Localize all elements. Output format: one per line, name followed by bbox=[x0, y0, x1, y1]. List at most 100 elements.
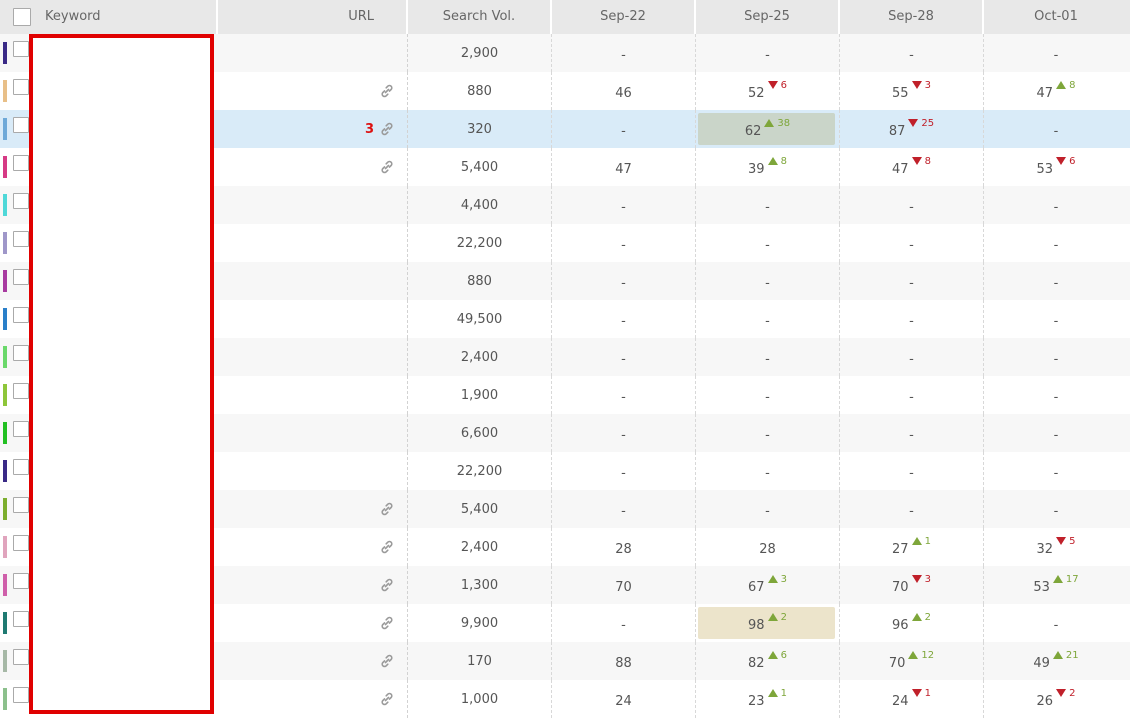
row-checkbox[interactable] bbox=[13, 459, 29, 475]
rank-cell: - bbox=[552, 34, 696, 72]
arrow-down-icon bbox=[1056, 689, 1067, 697]
row-color-bar bbox=[3, 118, 7, 140]
rank-value: 82 6 bbox=[748, 650, 787, 671]
rank-number: - bbox=[1053, 351, 1059, 367]
rank-change: 5 bbox=[1056, 536, 1075, 547]
header-date-4[interactable]: Oct-01 bbox=[984, 0, 1128, 34]
rank-value: - bbox=[909, 200, 914, 215]
rank-number: - bbox=[1053, 389, 1059, 405]
rank-number: - bbox=[909, 465, 914, 481]
header-search-volume[interactable]: Search Vol. bbox=[408, 0, 552, 34]
row-checkbox[interactable] bbox=[13, 649, 29, 665]
row-checkbox[interactable] bbox=[13, 307, 29, 323]
arrow-up-icon bbox=[764, 119, 775, 127]
link-icon[interactable] bbox=[379, 501, 395, 517]
rank-value: - bbox=[1054, 618, 1059, 633]
rank-number: 27 bbox=[892, 541, 909, 557]
header-keyword[interactable]: Keyword bbox=[0, 0, 218, 34]
header-url[interactable]: URL bbox=[218, 0, 408, 34]
rank-change-amount: 6 bbox=[1069, 155, 1076, 167]
row-color-bar bbox=[3, 194, 7, 216]
url-cell bbox=[218, 224, 408, 262]
search-volume-cell: 1,300 bbox=[408, 566, 552, 604]
rank-cell: - bbox=[696, 452, 840, 490]
rank-number: - bbox=[621, 199, 626, 215]
link-icon[interactable] bbox=[379, 577, 395, 593]
rank-value: - bbox=[765, 276, 770, 291]
rank-cell: - bbox=[984, 604, 1128, 642]
link-icon[interactable] bbox=[379, 615, 395, 631]
row-checkbox[interactable] bbox=[13, 497, 29, 513]
rank-number: - bbox=[765, 47, 770, 63]
rank-number: - bbox=[1053, 617, 1059, 633]
url-cell bbox=[218, 376, 408, 414]
rank-cell: - bbox=[552, 376, 696, 414]
rank-cell: - bbox=[696, 414, 840, 452]
rank-cell: 67 3 bbox=[696, 566, 840, 604]
rank-cell: - bbox=[696, 338, 840, 376]
row-checkbox[interactable] bbox=[13, 41, 29, 57]
row-checkbox[interactable] bbox=[13, 269, 29, 285]
row-color-bar bbox=[3, 574, 7, 596]
search-volume-cell: 6,600 bbox=[408, 414, 552, 452]
rank-cell: 62 38 bbox=[696, 110, 840, 148]
rank-number: 87 bbox=[888, 123, 906, 139]
row-checkbox[interactable] bbox=[13, 231, 29, 247]
link-icon[interactable] bbox=[379, 653, 395, 669]
rank-number: - bbox=[1053, 237, 1059, 253]
link-icon[interactable] bbox=[379, 83, 395, 99]
rank-change-amount: 38 bbox=[777, 117, 791, 129]
rank-number: - bbox=[765, 503, 770, 519]
rank-cell: - bbox=[696, 224, 840, 262]
redaction-box bbox=[29, 34, 214, 714]
select-all-checkbox[interactable] bbox=[13, 8, 31, 26]
row-checkbox[interactable] bbox=[13, 573, 29, 589]
search-volume-cell: 5,400 bbox=[408, 490, 552, 528]
arrow-down-icon bbox=[1056, 537, 1067, 545]
arrow-up-icon bbox=[911, 613, 922, 621]
arrow-up-icon bbox=[911, 537, 922, 545]
link-icon[interactable] bbox=[379, 691, 395, 707]
row-checkbox[interactable] bbox=[13, 611, 29, 627]
rank-value: 62 38 bbox=[745, 118, 790, 139]
row-checkbox[interactable] bbox=[13, 687, 29, 703]
url-cell bbox=[218, 604, 408, 642]
rank-cell: 23 1 bbox=[696, 680, 840, 718]
header-date-1[interactable]: Sep-22 bbox=[552, 0, 696, 34]
row-checkbox[interactable] bbox=[13, 117, 29, 133]
row-checkbox[interactable] bbox=[13, 345, 29, 361]
rank-number: - bbox=[765, 351, 770, 367]
row-checkbox[interactable] bbox=[13, 421, 29, 437]
rank-cell: - bbox=[840, 452, 984, 490]
search-volume-cell: 880 bbox=[408, 262, 552, 300]
row-checkbox[interactable] bbox=[13, 383, 29, 399]
url-cell bbox=[218, 680, 408, 718]
link-icon[interactable] bbox=[379, 159, 395, 175]
search-volume-cell: 9,900 bbox=[408, 604, 552, 642]
rank-change-amount: 17 bbox=[1065, 573, 1079, 585]
rank-change-amount: 3 bbox=[924, 573, 931, 585]
rank-cell: 39 8 bbox=[696, 148, 840, 186]
row-checkbox[interactable] bbox=[13, 535, 29, 551]
rank-number: - bbox=[1053, 199, 1059, 215]
rank-cell: - bbox=[984, 224, 1128, 262]
link-icon[interactable] bbox=[379, 539, 395, 555]
header-date-3[interactable]: Sep-28 bbox=[840, 0, 984, 34]
url-cell bbox=[218, 642, 408, 680]
row-checkbox[interactable] bbox=[13, 155, 29, 171]
rank-value: 32 5 bbox=[1037, 536, 1076, 557]
rank-cell: - bbox=[984, 452, 1128, 490]
rank-value: 47 bbox=[615, 162, 632, 177]
rank-value: - bbox=[909, 466, 914, 481]
rank-cell: - bbox=[840, 262, 984, 300]
row-checkbox[interactable] bbox=[13, 193, 29, 209]
row-checkbox[interactable] bbox=[13, 79, 29, 95]
rank-cell: - bbox=[552, 490, 696, 528]
rank-value: - bbox=[765, 428, 770, 443]
link-icon[interactable] bbox=[379, 121, 395, 137]
rank-number: 39 bbox=[748, 161, 765, 177]
header-date-2[interactable]: Sep-25 bbox=[696, 0, 840, 34]
rank-change-amount: 6 bbox=[780, 79, 787, 91]
rank-value: 39 8 bbox=[748, 156, 787, 177]
rank-cell: 32 5 bbox=[984, 528, 1128, 566]
